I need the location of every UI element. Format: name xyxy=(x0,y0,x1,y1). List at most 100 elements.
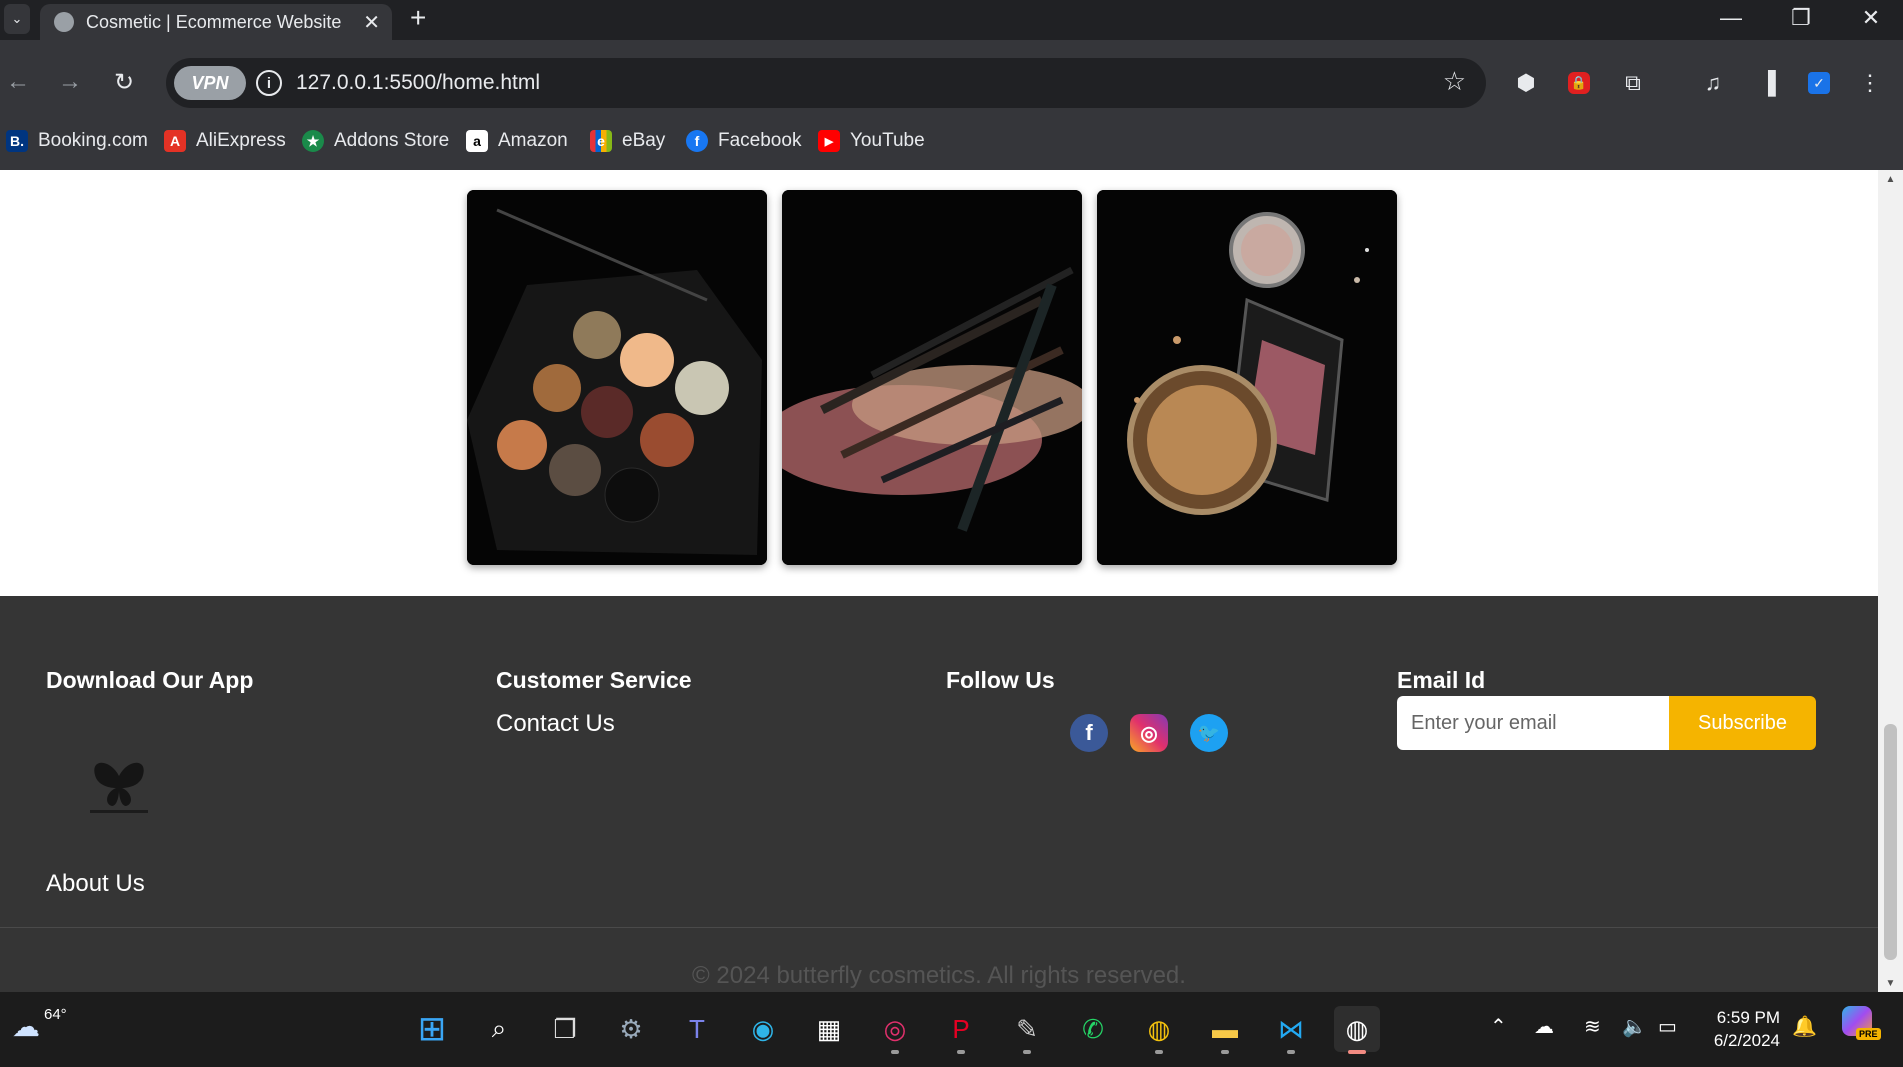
footer-divider xyxy=(0,927,1878,928)
chevron-down-icon: ⌄ xyxy=(11,11,23,26)
restore-button[interactable]: ❐ xyxy=(1773,0,1829,36)
product-image-eyeshadow-palette[interactable] xyxy=(467,190,767,565)
whatsapp-icon[interactable]: ✆ xyxy=(1070,1006,1116,1052)
contact-us-link[interactable]: Contact Us xyxy=(496,710,692,738)
bookmark-star-icon[interactable]: ☆ xyxy=(1443,66,1466,97)
notification-bell-icon[interactable]: 🔔 xyxy=(1792,1014,1817,1039)
minimize-button[interactable]: — xyxy=(1703,0,1759,36)
bookmark-amazon[interactable]: a Amazon xyxy=(466,126,568,156)
search-icon[interactable]: ⌕ xyxy=(476,1006,522,1052)
settings-gear-icon[interactable]: ⚙ xyxy=(608,1006,654,1052)
back-button[interactable]: ← xyxy=(0,64,36,100)
email-input[interactable] xyxy=(1397,696,1669,750)
tab-search-button[interactable]: ⌄ xyxy=(4,4,30,34)
bookmark-label: Booking.com xyxy=(38,130,148,151)
teams-icon[interactable]: T xyxy=(674,1006,720,1052)
scrollbar-thumb[interactable] xyxy=(1884,724,1897,960)
customer-service-heading: Customer Service xyxy=(496,667,692,693)
onedrive-cloud-icon[interactable]: ☁ xyxy=(1534,1014,1554,1039)
file-explorer-icon[interactable]: ▬ xyxy=(1202,1006,1248,1054)
aliexpress-icon: A xyxy=(164,130,186,152)
extensions-puzzle-icon[interactable]: ⧉ xyxy=(1616,66,1650,100)
running-indicator xyxy=(1287,1050,1295,1054)
pinterest-icon[interactable]: P xyxy=(938,1006,984,1054)
store-icon[interactable]: ▦ xyxy=(806,1006,852,1052)
side-panel-icon[interactable]: ▐ xyxy=(1751,66,1785,100)
media-control-icon[interactable]: ♫ xyxy=(1696,66,1730,100)
password-extension-icon[interactable]: 🔒 xyxy=(1562,66,1596,100)
amazon-icon: a xyxy=(466,130,488,152)
bookmark-youtube[interactable]: ▶ YouTube xyxy=(818,126,925,156)
bookmark-aliexpress[interactable]: A AliExpress xyxy=(164,126,286,156)
chrome-icon[interactable]: ◍ xyxy=(1136,1006,1182,1054)
scroll-up-icon[interactable]: ▲ xyxy=(1878,170,1903,188)
about-us-link[interactable]: About Us xyxy=(46,870,145,898)
bookmark-addons-store[interactable]: ★ Addons Store xyxy=(302,126,449,156)
subscribe-button[interactable]: Subscribe xyxy=(1669,696,1816,750)
arrow-right-icon: → xyxy=(58,68,82,95)
product-image-eye-pencils[interactable] xyxy=(782,190,1082,565)
security-check-icon[interactable]: ✓ xyxy=(1802,66,1836,100)
shield-extension-icon[interactable]: ⬢ xyxy=(1509,66,1543,100)
reload-icon: ↻ xyxy=(113,68,135,96)
system-clock[interactable]: 6:59 PM 6/2/2024 xyxy=(1706,1006,1780,1052)
product-image-compact-blush[interactable] xyxy=(1097,190,1397,565)
forward-button[interactable]: → xyxy=(52,64,88,100)
footer-follow-column: Follow Us xyxy=(946,667,1055,694)
menu-kebab-icon[interactable]: ⋮ xyxy=(1853,66,1887,100)
bookmark-ebay[interactable]: e eBay xyxy=(590,126,665,156)
eye-pencils-image xyxy=(782,190,1082,565)
email-heading: Email Id xyxy=(1397,667,1486,693)
gimp-icon[interactable]: ✎ xyxy=(1004,1006,1050,1054)
site-footer: Download Our App About Us Customer Servi… xyxy=(0,596,1878,992)
url-text[interactable]: 127.0.0.1:5500/home.html xyxy=(296,71,540,95)
bookmark-label: AliExpress xyxy=(196,130,286,151)
running-indicator xyxy=(1155,1050,1163,1054)
running-indicator xyxy=(1348,1050,1366,1054)
footer-service-column: Customer Service Contact Us xyxy=(496,667,692,738)
new-tab-button[interactable]: + xyxy=(410,2,426,34)
footer-app-column: Download Our App xyxy=(46,667,253,694)
tab-title: Cosmetic | Ecommerce Website xyxy=(86,11,342,32)
reload-button[interactable]: ↻ xyxy=(106,64,142,100)
windows-start-icon[interactable]: ⊞ xyxy=(409,1006,455,1052)
vscode-icon[interactable]: ⋈ xyxy=(1268,1006,1314,1054)
browser-active-icon[interactable]: ◍ xyxy=(1334,1006,1380,1054)
site-info-icon[interactable]: i xyxy=(256,70,282,96)
bookmark-label: eBay xyxy=(622,130,666,151)
scroll-down-icon[interactable]: ▼ xyxy=(1878,974,1903,992)
close-window-button[interactable]: ✕ xyxy=(1843,0,1899,36)
page-scrollbar[interactable]: ▲ ▼ xyxy=(1878,170,1903,992)
volume-icon[interactable]: 🔈 xyxy=(1622,1014,1647,1039)
twitter-icon[interactable]: 🐦 xyxy=(1190,714,1228,752)
task-view-icon[interactable]: ❐ xyxy=(542,1006,588,1052)
edge-icon[interactable]: ◉ xyxy=(740,1006,786,1052)
vpn-badge[interactable]: VPN xyxy=(174,66,246,100)
globe-icon xyxy=(54,12,74,32)
bookmark-facebook[interactable]: f Facebook xyxy=(686,126,801,156)
addons-store-icon: ★ xyxy=(302,130,324,152)
instagram-icon[interactable]: ◎ xyxy=(1130,714,1168,752)
bookmark-label: Addons Store xyxy=(334,130,450,151)
temperature: 64° xyxy=(44,1006,67,1023)
bookmark-booking[interactable]: B. Booking.com xyxy=(6,126,148,156)
facebook-icon[interactable]: f xyxy=(1070,714,1108,752)
download-app-heading: Download Our App xyxy=(46,667,254,693)
copilot-icon[interactable]: PRE xyxy=(1842,1006,1882,1046)
weather-widget[interactable]: ☁ 64° xyxy=(12,1006,67,1043)
butterfly-logo xyxy=(90,762,148,813)
close-icon[interactable]: ✕ xyxy=(363,10,380,35)
page-viewport: Download Our App About Us Customer Servi… xyxy=(0,170,1878,992)
battery-icon[interactable]: ▭ xyxy=(1658,1014,1677,1039)
instagram-app-icon[interactable]: ◎ xyxy=(872,1006,918,1054)
youtube-icon: ▶ xyxy=(818,130,840,152)
wifi-icon[interactable]: ≋ xyxy=(1584,1014,1601,1039)
active-tab[interactable]: Cosmetic | Ecommerce Website ✕ xyxy=(40,4,392,40)
ebay-icon: e xyxy=(590,130,612,152)
copyright-text: © 2024 butterfly cosmetics. All rights r… xyxy=(692,962,1186,989)
bookmark-label: Facebook xyxy=(718,130,802,151)
address-bar[interactable]: VPN i 127.0.0.1:5500/home.html ☆ xyxy=(166,58,1486,108)
footer-email-column: Email Id xyxy=(1397,667,1485,694)
follow-us-heading: Follow Us xyxy=(946,667,1055,693)
tray-chevron-up-icon[interactable]: ⌃ xyxy=(1490,1014,1507,1039)
